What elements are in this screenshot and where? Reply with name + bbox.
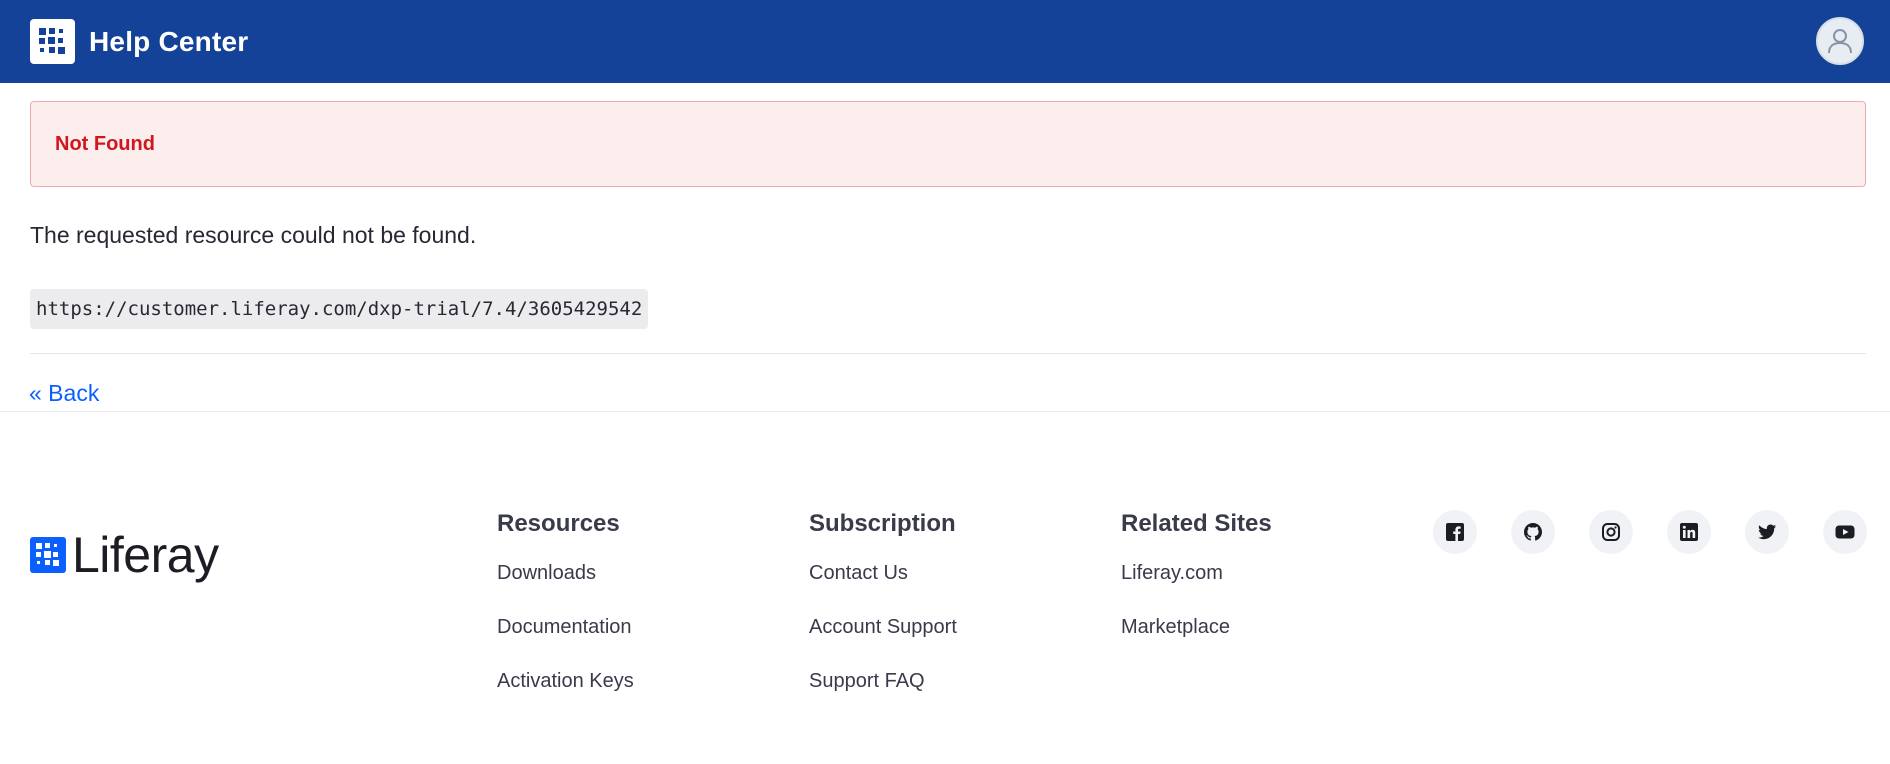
- alert-title: Not Found: [55, 132, 155, 155]
- footer-link-contact-us[interactable]: Contact Us: [809, 560, 957, 586]
- youtube-icon[interactable]: [1823, 510, 1867, 554]
- footer-link-liferay-com[interactable]: Liferay.com: [1121, 560, 1272, 586]
- site-title[interactable]: Help Center: [89, 26, 248, 58]
- footer-link-marketplace[interactable]: Marketplace: [1121, 614, 1272, 640]
- footer-column-title: Related Sites: [1121, 510, 1272, 537]
- twitter-icon[interactable]: [1745, 510, 1789, 554]
- footer-column-related-sites: Related Sites Liferay.com Marketplace: [1121, 510, 1272, 668]
- footer-link-downloads[interactable]: Downloads: [497, 560, 634, 586]
- footer-link-activation-keys[interactable]: Activation Keys: [497, 668, 634, 694]
- footer-link-documentation[interactable]: Documentation: [497, 614, 634, 640]
- user-avatar-icon[interactable]: [1816, 17, 1864, 65]
- back-link[interactable]: « Back: [29, 380, 99, 407]
- footer-column-resources: Resources Downloads Documentation Activa…: [497, 510, 634, 722]
- footer-column-title: Subscription: [809, 510, 956, 537]
- content-divider: [30, 353, 1866, 354]
- footer-link-account-support[interactable]: Account Support: [809, 614, 957, 640]
- instagram-icon[interactable]: [1589, 510, 1633, 554]
- footer-column-subscription: Subscription Contact Us Account Support …: [809, 510, 957, 722]
- liferay-logo-icon: [30, 537, 66, 573]
- liferay-logo-icon[interactable]: [30, 19, 75, 64]
- requested-url: https://customer.liferay.com/dxp-trial/7…: [30, 289, 649, 329]
- github-icon[interactable]: [1511, 510, 1555, 554]
- footer-logo[interactable]: Liferay: [30, 530, 219, 580]
- footer-divider: [0, 411, 1890, 412]
- footer-link-support-faq[interactable]: Support FAQ: [809, 668, 957, 694]
- facebook-icon[interactable]: [1433, 510, 1477, 554]
- error-message: The requested resource could not be foun…: [30, 222, 477, 248]
- top-navigation-bar: Help Center: [0, 0, 1890, 83]
- footer-column-title: Resources: [497, 510, 620, 537]
- footer-logo-text: Liferay: [72, 527, 219, 583]
- linkedin-icon[interactable]: [1667, 510, 1711, 554]
- error-alert: Not Found: [30, 101, 1866, 187]
